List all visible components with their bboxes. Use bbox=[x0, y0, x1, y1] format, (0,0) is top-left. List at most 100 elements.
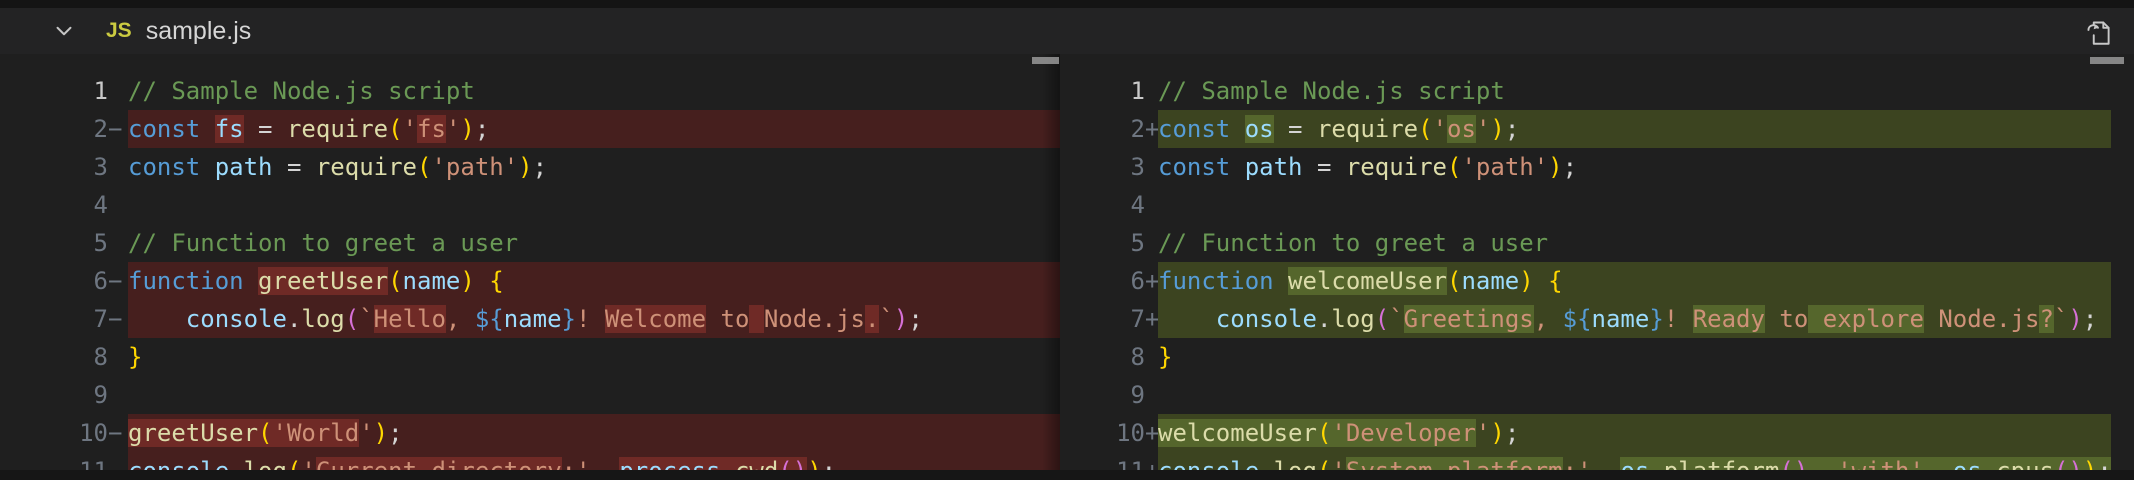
go-to-file-icon[interactable] bbox=[2076, 11, 2120, 51]
right-horizontal-scrollbar[interactable] bbox=[2090, 57, 2124, 64]
line-marker bbox=[108, 72, 128, 110]
top-strip bbox=[0, 0, 2134, 8]
line-marker bbox=[1145, 72, 1158, 110]
code-text: function greetUser(name) { bbox=[128, 262, 1060, 300]
removed-line-marker: − bbox=[108, 262, 128, 300]
diff-editor-body: 1// Sample Node.js script2−const fs = re… bbox=[0, 54, 2134, 470]
code-text: const path = require('path'); bbox=[128, 148, 1060, 186]
added-line-marker: + bbox=[1145, 110, 1158, 148]
code-line[interactable]: 5 // Function to greet a user bbox=[1060, 224, 2134, 262]
line-number: 7 bbox=[1060, 300, 1145, 338]
removed-line-marker: − bbox=[108, 300, 128, 338]
code-line[interactable]: 4 bbox=[0, 186, 1060, 224]
code-text: console.log(`Greetings, ${name}! Ready t… bbox=[1158, 300, 2134, 338]
code-text: console.log('System platform:', os.platf… bbox=[1158, 452, 2134, 470]
line-number: 4 bbox=[1060, 186, 1145, 224]
js-file-icon: JS bbox=[106, 19, 132, 43]
code-line[interactable]: 6−function greetUser(name) { bbox=[0, 262, 1060, 300]
modified-code-rows: 1// Sample Node.js script2+const os = re… bbox=[1060, 54, 2134, 470]
original-pane[interactable]: 1// Sample Node.js script2−const fs = re… bbox=[0, 54, 1060, 470]
overview-ruler bbox=[2111, 54, 2134, 470]
code-text: const fs = require('fs'); bbox=[128, 110, 1060, 148]
removed-line-marker: − bbox=[108, 110, 128, 148]
code-text: const path = require('path'); bbox=[1158, 148, 2134, 186]
code-line[interactable]: 8} bbox=[1060, 338, 2134, 376]
code-text bbox=[1158, 186, 2134, 224]
code-line[interactable]: 11+console.log('System platform:', os.pl… bbox=[1060, 452, 2134, 470]
code-text: const os = require('os'); bbox=[1158, 110, 2134, 148]
left-horizontal-scrollbar[interactable] bbox=[1032, 57, 1059, 64]
bottom-strip bbox=[0, 470, 2134, 480]
code-text: function welcomeUser(name) { bbox=[1158, 262, 2134, 300]
line-number: 6 bbox=[1060, 262, 1145, 300]
code-line[interactable]: 10−greetUser('World'); bbox=[0, 414, 1060, 452]
code-line[interactable]: 9 bbox=[1060, 376, 2134, 414]
line-number: 3 bbox=[1060, 148, 1145, 186]
code-line[interactable]: 5 // Function to greet a user bbox=[0, 224, 1060, 262]
code-text bbox=[128, 376, 1060, 414]
line-number: 1 bbox=[1060, 72, 1145, 110]
code-text: console.log(`Hello, ${name}! Welcome to … bbox=[128, 300, 1060, 338]
added-line-marker: + bbox=[1145, 452, 1158, 470]
file-name-label: sample.js bbox=[146, 17, 252, 46]
added-line-marker: + bbox=[1145, 414, 1158, 452]
chevron-down-icon[interactable] bbox=[46, 13, 82, 49]
code-text: // Function to greet a user bbox=[128, 224, 1060, 262]
line-number: 9 bbox=[0, 376, 108, 414]
line-number: 8 bbox=[0, 338, 108, 376]
code-line[interactable]: 2+const os = require('os'); bbox=[1060, 110, 2134, 148]
code-line[interactable]: 8} bbox=[0, 338, 1060, 376]
line-number: 8 bbox=[1060, 338, 1145, 376]
code-text bbox=[1158, 376, 2134, 414]
code-line[interactable]: 3 const path = require('path'); bbox=[0, 148, 1060, 186]
code-line[interactable]: 10+welcomeUser('Developer'); bbox=[1060, 414, 2134, 452]
line-number: 2 bbox=[0, 110, 108, 148]
line-marker bbox=[108, 148, 128, 186]
code-line[interactable]: 11−console.log('Current directory:', pro… bbox=[0, 452, 1060, 470]
code-text: // Sample Node.js script bbox=[1158, 72, 2134, 110]
line-number: 4 bbox=[0, 186, 108, 224]
code-line[interactable]: 3 const path = require('path'); bbox=[1060, 148, 2134, 186]
code-line[interactable]: 1 // Sample Node.js script bbox=[1060, 72, 2134, 110]
modified-pane[interactable]: 1// Sample Node.js script2+const os = re… bbox=[1060, 54, 2134, 470]
removed-line-marker: − bbox=[108, 414, 128, 452]
added-line-marker: + bbox=[1145, 262, 1158, 300]
code-text: greetUser('World'); bbox=[128, 414, 1060, 452]
line-number: 7 bbox=[0, 300, 108, 338]
line-number: 5 bbox=[1060, 224, 1145, 262]
code-text: // Sample Node.js script bbox=[128, 72, 1060, 110]
line-number: 5 bbox=[0, 224, 108, 262]
line-number: 2 bbox=[1060, 110, 1145, 148]
code-line[interactable]: 2−const fs = require('fs'); bbox=[0, 110, 1060, 148]
line-marker bbox=[1145, 186, 1158, 224]
line-marker bbox=[108, 376, 128, 414]
code-text bbox=[128, 186, 1060, 224]
diff-editor-window: JS sample.js 1// Sample Node.js script2−… bbox=[0, 0, 2134, 480]
line-marker bbox=[108, 186, 128, 224]
line-number: 3 bbox=[0, 148, 108, 186]
line-number: 1 bbox=[0, 72, 108, 110]
code-line[interactable]: 4 bbox=[1060, 186, 2134, 224]
line-marker bbox=[1145, 224, 1158, 262]
added-line-marker: + bbox=[1145, 300, 1158, 338]
code-text: } bbox=[128, 338, 1060, 376]
code-line[interactable]: 7+ console.log(`Greetings, ${name}! Read… bbox=[1060, 300, 2134, 338]
code-line[interactable]: 6+function welcomeUser(name) { bbox=[1060, 262, 2134, 300]
code-line[interactable]: 7− console.log(`Hello, ${name}! Welcome … bbox=[0, 300, 1060, 338]
code-text: } bbox=[1158, 338, 2134, 376]
line-marker bbox=[1145, 338, 1158, 376]
code-line[interactable]: 1 // Sample Node.js script bbox=[0, 72, 1060, 110]
line-marker bbox=[108, 338, 128, 376]
line-number: 10 bbox=[0, 414, 108, 452]
line-marker bbox=[1145, 148, 1158, 186]
original-code-rows: 1// Sample Node.js script2−const fs = re… bbox=[0, 54, 1060, 470]
code-line[interactable]: 9 bbox=[0, 376, 1060, 414]
line-number: 6 bbox=[0, 262, 108, 300]
line-number: 9 bbox=[1060, 376, 1145, 414]
line-marker bbox=[108, 224, 128, 262]
code-text: welcomeUser('Developer'); bbox=[1158, 414, 2134, 452]
removed-line-marker: − bbox=[108, 452, 128, 470]
code-text: // Function to greet a user bbox=[1158, 224, 2134, 262]
line-marker bbox=[1145, 376, 1158, 414]
diff-header: JS sample.js bbox=[0, 8, 2134, 54]
